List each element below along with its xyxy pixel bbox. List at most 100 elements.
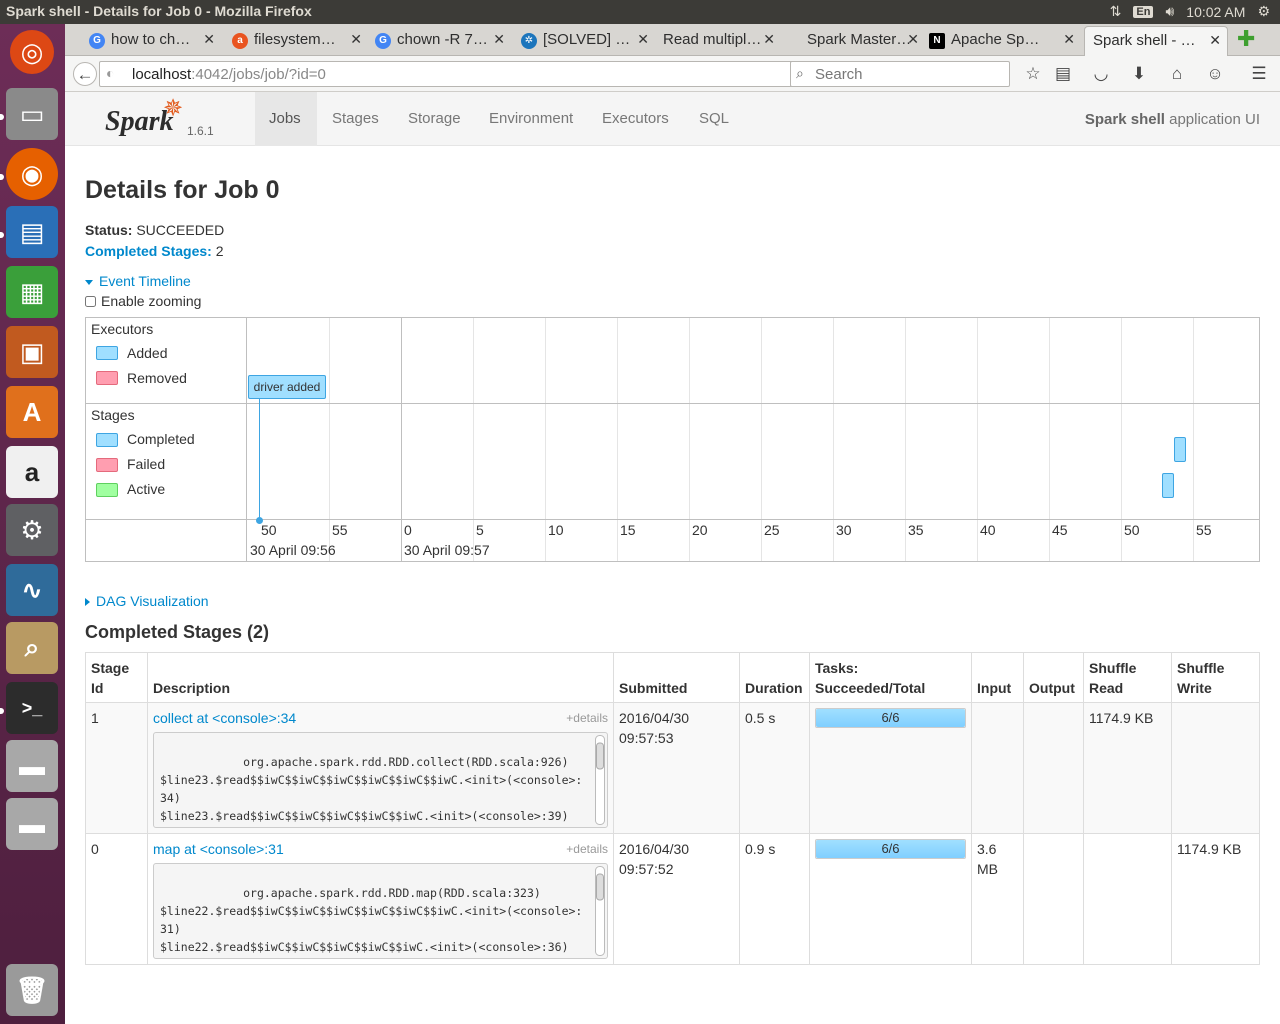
network-icon[interactable]: ⇅	[1110, 3, 1122, 20]
stack-trace: org.apache.spark.rdd.RDD.collect(RDD.sca…	[153, 732, 608, 828]
spark-page: Spark ✵ 1.6.1 Jobs Stages Storage Enviro…	[65, 92, 1280, 1024]
clock[interactable]: 10:02 AM	[1186, 4, 1245, 20]
terminal-icon[interactable]: >_	[6, 682, 58, 734]
dag-visualization-toggle[interactable]: DAG Visualization	[85, 593, 209, 609]
home-icon[interactable]: ⌂	[1165, 62, 1189, 86]
browser-tab[interactable]: ✲ [SOLVED] … ✕	[517, 26, 655, 56]
nav-storage[interactable]: Storage	[394, 92, 475, 146]
running-indicator	[0, 232, 4, 238]
close-icon[interactable]: ✕	[907, 31, 919, 48]
writer-icon[interactable]: ▤	[6, 206, 58, 258]
column-header[interactable]: Stage Id	[85, 652, 148, 703]
column-header[interactable]: Output	[1023, 652, 1084, 703]
completed-stages-table: Stage Id Description Submitted Duration …	[85, 652, 1260, 965]
browser-tab[interactable]: Spark Master… ✕	[781, 26, 925, 56]
askubuntu-icon: a	[232, 33, 248, 49]
app-name: Spark shell application UI	[1084, 111, 1260, 128]
enable-zooming[interactable]: Enable zooming	[85, 293, 201, 309]
bookmarks-list-icon[interactable]: ▤	[1051, 62, 1075, 86]
calc-icon[interactable]: ▦	[6, 266, 58, 318]
amazon-icon[interactable]: a	[6, 446, 58, 498]
drive-icon[interactable]: ▬	[6, 740, 58, 792]
nav-stages[interactable]: Stages	[318, 92, 393, 146]
close-icon[interactable]: ✕	[1209, 32, 1221, 49]
system-settings-icon[interactable]: ⚙	[6, 504, 58, 556]
scrollbar[interactable]	[595, 735, 605, 825]
bookmark-star-icon[interactable]: ☆	[1021, 62, 1045, 86]
software-center-icon[interactable]: A	[6, 386, 58, 438]
grid-line	[329, 318, 330, 561]
close-icon[interactable]: ✕	[763, 31, 775, 48]
files-icon[interactable]: ▭	[6, 88, 58, 140]
driver-added-event[interactable]: driver added	[248, 375, 326, 399]
drive-icon[interactable]: ▬	[6, 798, 58, 850]
power-gear-icon[interactable]: ⚙	[1257, 3, 1270, 20]
browser-tab[interactable]: a filesystem… ✕	[228, 26, 368, 56]
trash-icon[interactable]: 🗑︎	[6, 964, 58, 1016]
nav-executors[interactable]: Executors	[588, 92, 683, 146]
search-bar[interactable]: ⌕ Search	[790, 61, 1010, 87]
running-indicator	[0, 114, 4, 120]
nav-environment[interactable]: Environment	[475, 92, 587, 146]
spark-logo[interactable]: Spark ✵ 1.6.1	[105, 95, 225, 142]
volume-icon[interactable]: 🔊︎	[1165, 3, 1174, 20]
nav-jobs[interactable]: Jobs	[255, 92, 317, 146]
page-title: Details for Job 0	[85, 176, 280, 204]
column-header[interactable]: Shuffle Write	[1171, 652, 1260, 703]
page-info-icon[interactable]: ◐	[106, 65, 114, 81]
column-header[interactable]: Input	[971, 652, 1024, 703]
browser-tab[interactable]: Read multipl… ✕	[637, 26, 781, 56]
legend-label: Removed	[127, 370, 187, 386]
close-icon[interactable]: ✕	[1063, 31, 1075, 48]
browser-tab[interactable]: N Apache Sp… ✕	[925, 26, 1081, 56]
system-monitor-icon[interactable]: ∿	[6, 564, 58, 616]
tasks-progress-label: 6/6	[881, 710, 900, 725]
url-bar[interactable]: ◐ localhost:4042/jobs/job/?id=0 ▥ ↻	[99, 61, 844, 87]
firefox-icon[interactable]: ◉	[6, 148, 58, 200]
browser-tab[interactable]: G chown -R 7… ✕	[371, 26, 511, 56]
stage-description: collect at <console>:34 +details org.apa…	[147, 702, 614, 834]
tick-label: 25	[764, 522, 780, 538]
column-header[interactable]: Shuffle Read	[1083, 652, 1172, 703]
browser-tab[interactable]: G how to ch… ✕	[85, 26, 221, 56]
scrollbar[interactable]	[595, 866, 605, 956]
impress-icon[interactable]: ▣	[6, 326, 58, 378]
legend-swatch-added	[96, 346, 118, 360]
close-icon[interactable]: ✕	[203, 31, 215, 48]
submitted-time: 2016/04/30 09:57:53	[613, 702, 740, 834]
enable-zooming-checkbox[interactable]	[85, 296, 96, 307]
completed-stages-link[interactable]: Completed Stages:	[85, 243, 212, 259]
image-viewer-icon[interactable]: ⌕	[6, 622, 58, 674]
tick-label: 40	[980, 522, 996, 538]
stage-0-bar[interactable]	[1162, 473, 1174, 498]
column-header[interactable]: Tasks: Succeeded/Total	[809, 652, 972, 703]
back-arrow-icon[interactable]: ←	[73, 62, 97, 86]
ubuntu-dash-icon[interactable]: ◎	[10, 30, 54, 74]
column-header[interactable]: Duration	[739, 652, 810, 703]
details-toggle[interactable]: +details	[566, 708, 608, 728]
spark-navbar: Spark ✵ 1.6.1 Jobs Stages Storage Enviro…	[65, 92, 1280, 146]
event-timeline-toggle[interactable]: Event Timeline	[85, 273, 191, 289]
stage-id: 1	[85, 702, 148, 834]
column-header[interactable]: Description	[147, 652, 614, 703]
browser-tab-active[interactable]: Spark shell - … ✕	[1084, 26, 1228, 56]
menu-icon[interactable]: ☰	[1247, 62, 1271, 86]
stage-description-link[interactable]: collect at <console>:34	[153, 710, 296, 726]
tick-label: 20	[692, 522, 708, 538]
tasks-progress-bar: 6/6	[815, 708, 966, 728]
keyboard-layout-indicator[interactable]: En	[1133, 5, 1154, 18]
downloads-icon[interactable]: ⬇	[1127, 62, 1151, 86]
tasks-progress-cell: 6/6	[809, 702, 972, 834]
nav-sql[interactable]: SQL	[685, 92, 743, 146]
details-toggle[interactable]: +details	[566, 839, 608, 859]
stage-description-link[interactable]: map at <console>:31	[153, 841, 284, 857]
close-icon[interactable]: ✕	[493, 31, 505, 48]
column-header[interactable]: Submitted	[613, 652, 740, 703]
close-icon[interactable]: ✕	[350, 31, 362, 48]
legend-swatch-completed	[96, 433, 118, 447]
tick-label: 55	[332, 522, 348, 538]
stage-1-bar[interactable]	[1174, 437, 1186, 462]
chat-icon[interactable]: ☺	[1203, 62, 1227, 86]
pocket-icon[interactable]: ◡	[1089, 62, 1113, 86]
new-tab-icon[interactable]: ✚	[1237, 26, 1255, 52]
